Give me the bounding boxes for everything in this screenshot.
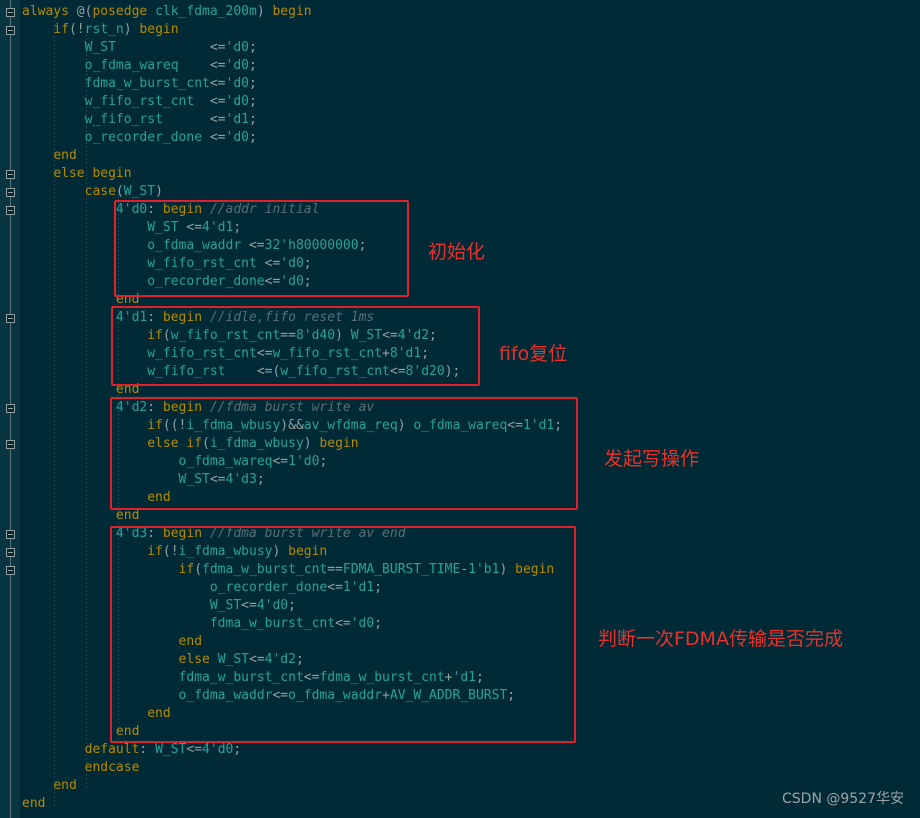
fold-toggle-icon[interactable] bbox=[6, 188, 15, 197]
annotation-box-fifo-reset bbox=[111, 306, 480, 386]
code-line: always @(posedge clk_fdma_200m) begin bbox=[22, 4, 312, 19]
fold-toggle-icon[interactable] bbox=[6, 548, 15, 557]
code-line: default: W_ST<=4'd0; bbox=[84, 742, 242, 757]
code-line: end bbox=[53, 148, 77, 163]
fold-toggle-icon[interactable] bbox=[6, 530, 15, 539]
code-line: if(!rst_n) begin bbox=[53, 22, 179, 37]
code-line: w_fifo_rst_cnt <='d0; bbox=[84, 94, 257, 109]
code-line: else begin bbox=[53, 166, 132, 181]
code-line: o_fdma_wareq <='d0; bbox=[84, 58, 257, 73]
code-line: o_recorder_done <='d0; bbox=[84, 130, 257, 145]
watermark: CSDN @9527华安 bbox=[782, 791, 904, 807]
annotation-label-start-write: 发起写操作 bbox=[604, 448, 700, 470]
annotation-box-start-write bbox=[110, 397, 578, 510]
editor-gutter bbox=[0, 0, 20, 818]
code-line: W_ST <='d0; bbox=[84, 40, 257, 55]
code-line: case(W_ST) bbox=[84, 184, 163, 199]
code-line: endcase bbox=[84, 760, 140, 775]
annotation-label-fifo-reset: fifo复位 bbox=[499, 343, 568, 365]
annotation-label-init: 初始化 bbox=[428, 241, 486, 263]
fold-toggle-icon[interactable] bbox=[6, 8, 15, 17]
code-line: fdma_w_burst_cnt<='d0; bbox=[84, 76, 257, 91]
fold-toggle-icon[interactable] bbox=[6, 566, 15, 575]
fold-toggle-icon[interactable] bbox=[6, 206, 15, 215]
fold-toggle-icon[interactable] bbox=[6, 440, 15, 449]
annotation-label-check-done: 判断一次FDMA传输是否完成 bbox=[598, 628, 843, 650]
annotation-box-check-done bbox=[110, 526, 576, 743]
fold-toggle-icon[interactable] bbox=[6, 170, 15, 179]
fold-toggle-icon[interactable] bbox=[6, 404, 15, 413]
fold-toggle-icon[interactable] bbox=[6, 314, 15, 323]
code-line: w_fifo_rst <='d1; bbox=[84, 112, 257, 127]
fold-toggle-icon[interactable] bbox=[6, 26, 15, 35]
annotation-box-init bbox=[114, 200, 409, 297]
